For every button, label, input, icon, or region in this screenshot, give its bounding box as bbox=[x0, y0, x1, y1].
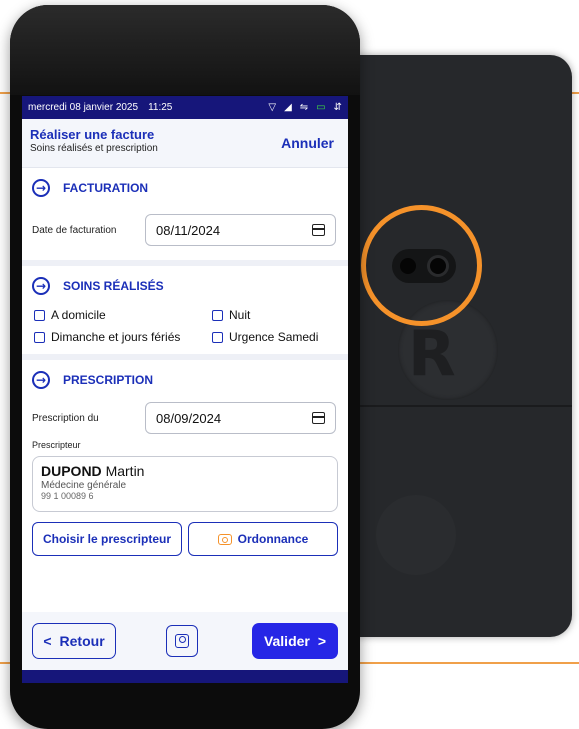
prescriber-first-name: Martin bbox=[105, 463, 145, 479]
prescription-date-field[interactable]: 08/09/2024 bbox=[145, 402, 336, 434]
facturation-date-value: 08/11/2024 bbox=[156, 222, 221, 238]
calendar-icon[interactable] bbox=[312, 224, 325, 236]
checkbox-label: Dimanche et jours fériés bbox=[51, 330, 181, 344]
prescription-date-row: Prescription du 08/09/2024 bbox=[22, 400, 348, 436]
back-button[interactable]: < Retour bbox=[32, 623, 116, 659]
wifi-icon: ▽ bbox=[268, 102, 277, 113]
prescriber-label: Prescripteur bbox=[32, 440, 81, 450]
data-icon: ⇵ bbox=[333, 102, 342, 113]
arrow-right-circle-icon: → bbox=[32, 277, 50, 295]
checkbox-box[interactable] bbox=[34, 331, 45, 343]
facturation-date-field[interactable]: 08/11/2024 bbox=[145, 214, 336, 246]
status-bar: mercredi 08 janvier 2025 11:25 ▽ ◢ ⇋ ▭ ⇵ bbox=[22, 96, 348, 119]
page-title: Réaliser une facture bbox=[30, 127, 155, 142]
signal-icon: ◢ bbox=[284, 102, 292, 113]
reader-thumb-rest bbox=[376, 495, 456, 575]
ordonnance-button[interactable]: Ordonnance bbox=[188, 522, 338, 556]
prescription-header: → PRESCRIPTION bbox=[22, 360, 348, 400]
checkbox-dimanche[interactable]: Dimanche et jours fériés bbox=[34, 330, 212, 344]
soins-title: SOINS RÉALISÉS bbox=[63, 279, 164, 293]
checkbox-a-domicile[interactable]: A domicile bbox=[34, 308, 212, 322]
validate-label: Valider bbox=[263, 633, 310, 649]
chevron-left-icon: < bbox=[43, 633, 52, 649]
facturation-date-label: Date de facturation bbox=[32, 224, 117, 236]
prescription-date-value: 08/09/2024 bbox=[156, 410, 222, 426]
status-date: mercredi 08 janvier 2025 bbox=[28, 102, 139, 113]
checkbox-label: A domicile bbox=[51, 308, 106, 322]
choose-prescriber-label: Choisir le prescripteur bbox=[42, 532, 172, 546]
battery-icon: ▭ bbox=[316, 102, 326, 113]
checkbox-box[interactable] bbox=[212, 331, 223, 343]
arrow-right-circle-icon: → bbox=[32, 371, 50, 389]
validate-button[interactable]: Valider > bbox=[252, 623, 338, 659]
profile-button[interactable] bbox=[166, 625, 198, 657]
card-reader-device: R bbox=[326, 55, 572, 637]
status-time: 11:25 bbox=[148, 102, 173, 113]
soins-options: A domicile Nuit Dimanche et jours fériés… bbox=[22, 306, 348, 354]
reader-logo-letter: R bbox=[408, 317, 456, 390]
arrow-right-circle-icon: → bbox=[32, 179, 50, 197]
prescriber-number: 99 1 00089 6 bbox=[41, 491, 94, 501]
prescription-actions: Choisir le prescripteur Ordonnance bbox=[22, 512, 348, 566]
checkbox-label: Urgence Samedi bbox=[229, 330, 319, 344]
checkbox-nuit[interactable]: Nuit bbox=[212, 308, 338, 322]
status-icons: ▽ ◢ ⇋ ▭ ⇵ bbox=[268, 102, 342, 113]
page-header: Réaliser une facture Soins réalisés et p… bbox=[22, 119, 348, 168]
usb-icon: ⇋ bbox=[299, 102, 309, 113]
prescriber-specialty: Médecine générale bbox=[41, 480, 127, 491]
camera-icon bbox=[217, 533, 232, 545]
cancel-button[interactable]: Annuler bbox=[281, 135, 334, 151]
calendar-icon[interactable] bbox=[312, 412, 325, 424]
prescriber-card[interactable]: DUPOND Martin Médecine générale 99 1 000… bbox=[32, 456, 338, 512]
prescriber-name: DUPOND Martin bbox=[41, 463, 329, 479]
phone-screen: mercredi 08 janvier 2025 11:25 ▽ ◢ ⇋ ▭ ⇵… bbox=[22, 96, 348, 683]
checkbox-urgence-samedi[interactable]: Urgence Samedi bbox=[212, 330, 338, 344]
page-subtitle: Soins réalisés et prescription bbox=[30, 143, 158, 154]
checkbox-box[interactable] bbox=[212, 309, 223, 321]
facturation-header: → FACTURATION bbox=[22, 168, 348, 208]
facturation-title: FACTURATION bbox=[63, 181, 149, 195]
reader-seam bbox=[326, 405, 572, 407]
facturation-section: → FACTURATION Date de facturation 08/11/… bbox=[22, 168, 348, 266]
prescription-date-label: Prescription du bbox=[32, 412, 99, 424]
choose-prescriber-button[interactable]: Choisir le prescripteur bbox=[32, 522, 182, 556]
soins-header: → SOINS RÉALISÉS bbox=[22, 266, 348, 306]
checkbox-box[interactable] bbox=[34, 309, 45, 321]
checkbox-label: Nuit bbox=[229, 308, 251, 322]
prescription-title: PRESCRIPTION bbox=[63, 373, 154, 387]
back-label: Retour bbox=[59, 633, 105, 649]
ordonnance-label: Ordonnance bbox=[237, 532, 309, 546]
facturation-date-row: Date de facturation 08/11/2024 bbox=[22, 208, 348, 260]
chevron-right-icon: > bbox=[317, 633, 327, 649]
footer-bar: < Retour Valider > bbox=[22, 612, 348, 670]
phone-top-bezel bbox=[10, 5, 360, 95]
sensor-highlight-ring bbox=[361, 205, 482, 326]
prescriber-last-name: DUPOND bbox=[41, 463, 102, 479]
prescription-section: → PRESCRIPTION Prescription du 08/09/202… bbox=[22, 360, 348, 566]
soins-section: → SOINS RÉALISÉS A domicile Nuit Dimanch… bbox=[22, 266, 348, 360]
navigation-bar bbox=[22, 670, 348, 683]
profile-icon bbox=[175, 634, 189, 648]
